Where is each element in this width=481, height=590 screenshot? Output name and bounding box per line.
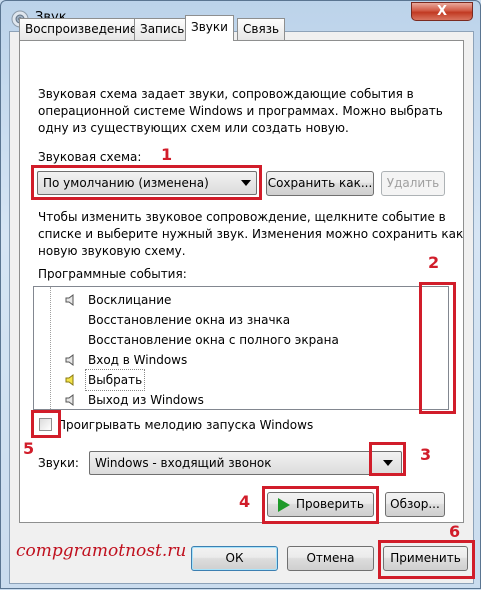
sound-file-select[interactable]: Windows - входящий звонок xyxy=(89,451,402,475)
change-text-line-2: списке и выберите нужный звук. Изменения… xyxy=(38,227,464,241)
watermark-text: compgramotnost.ru xyxy=(16,541,187,561)
annotation-box-5 xyxy=(31,410,61,438)
event-label: Восстановление окна с полного экрана xyxy=(88,333,339,347)
scheme-label: Звуковая схема: xyxy=(38,150,142,164)
browse-button[interactable]: Обзор... xyxy=(385,492,445,517)
sound-dialog-window: Звук X Воспроизведение Запись Звуки Связ… xyxy=(0,0,481,589)
speaker-icon xyxy=(65,354,74,366)
event-label: Вход в Windows xyxy=(88,353,188,367)
intro-text-line-2: операционной системе Windows и программа… xyxy=(38,104,443,118)
annotation-number-1: 1 xyxy=(161,145,173,164)
intro-text-line-3: одну из существующих схем или создать но… xyxy=(38,121,349,135)
event-label: Выход из Windows xyxy=(88,393,204,407)
delete-scheme-button[interactable]: Удалить xyxy=(381,171,445,196)
event-label: Выбрать xyxy=(84,369,146,391)
annotation-number-6: 6 xyxy=(449,522,461,541)
program-events-list[interactable]: Восклицание Восстановление окна из значк… xyxy=(33,286,449,410)
speaker-icon xyxy=(65,294,74,306)
annotation-box-1 xyxy=(31,165,262,200)
speaker-icon xyxy=(65,374,74,386)
annotation-box-6 xyxy=(378,540,475,579)
intro-text-line-1: Звуковая схема задает звуки, сопровождаю… xyxy=(38,87,414,101)
annotation-number-2: 2 xyxy=(428,253,440,272)
annotation-box-4 xyxy=(262,486,379,524)
annotation-number-5: 5 xyxy=(23,439,35,458)
save-as-button[interactable]: Сохранить как... xyxy=(266,171,374,196)
change-text-line-3: новую звуковую схему. xyxy=(38,244,186,258)
ok-button[interactable]: ОК xyxy=(191,546,278,571)
annotation-box-2 xyxy=(419,282,456,414)
change-text-line-1: Чтобы изменить звуковое сопровождение, щ… xyxy=(38,210,446,224)
program-events-label: Программные события: xyxy=(38,267,187,281)
tree-connector-line xyxy=(50,287,51,409)
annotation-number-4: 4 xyxy=(239,492,251,511)
startup-sound-label: Проигрывать мелодию запуска Windows xyxy=(57,418,314,432)
event-label: Восклицание xyxy=(88,293,172,307)
sound-file-value: Windows - входящий звонок xyxy=(95,456,272,470)
cancel-button[interactable]: Отмена xyxy=(287,546,374,571)
annotation-box-3 xyxy=(369,442,406,476)
annotation-number-3: 3 xyxy=(420,445,432,464)
sounds-label: Звуки: xyxy=(38,456,79,470)
event-label: Восстановление окна из значка xyxy=(88,313,291,327)
speaker-icon xyxy=(65,394,74,406)
